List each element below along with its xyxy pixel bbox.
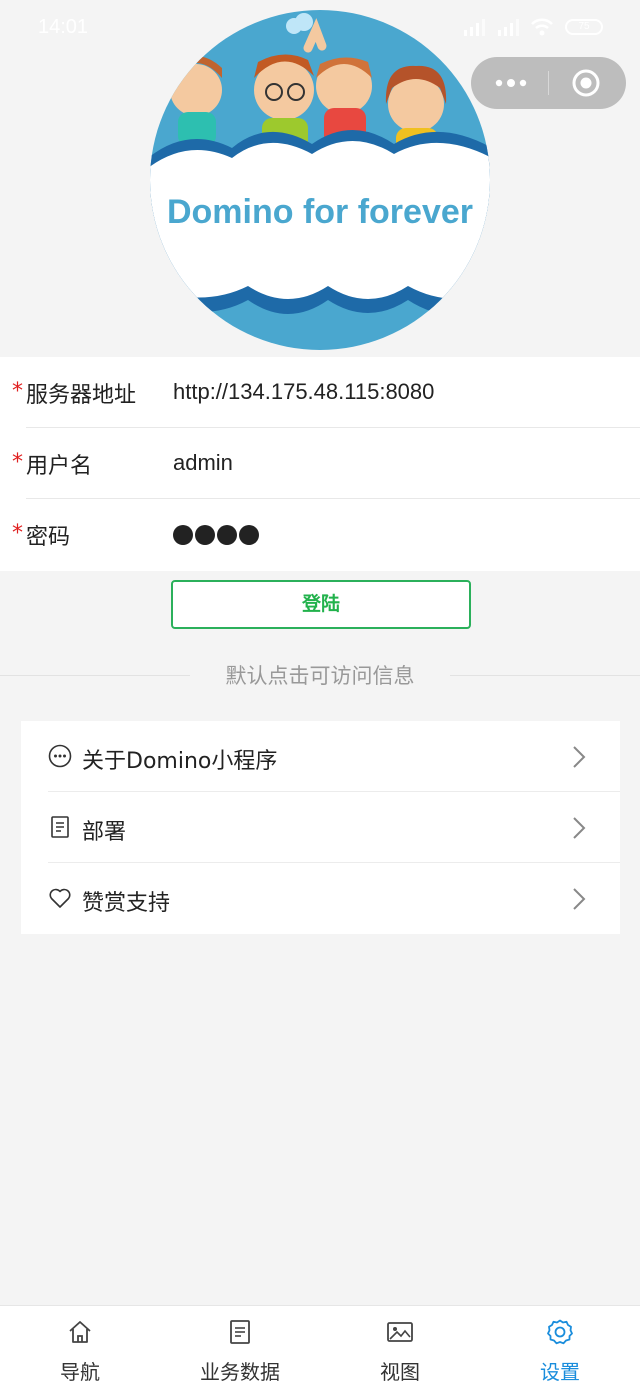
signal-icon [498, 19, 519, 36]
more-dots-icon[interactable] [493, 74, 529, 92]
home-icon [69, 1321, 91, 1343]
login-button[interactable]: 登陆 [171, 580, 471, 629]
settings-gear-icon [547, 1319, 573, 1345]
login-form: * 服务器地址 http://134.175.48.115:8080 * 用户名… [0, 357, 640, 571]
username-label: 用户名 [26, 454, 93, 479]
logo-text: Domino for forever [167, 193, 473, 231]
document-icon [230, 1320, 250, 1344]
heart-icon [49, 888, 71, 908]
chevron-right-icon [573, 888, 586, 910]
required-mark: * [12, 450, 23, 475]
capsule-menu [471, 57, 626, 109]
image-icon [387, 1322, 413, 1342]
menu-item-donate[interactable]: 赞赏支持 [21, 863, 620, 934]
required-mark: * [12, 379, 23, 404]
menu-item-label: 部署 [82, 820, 127, 845]
tab-label: 设置 [540, 1360, 580, 1384]
tab-label: 视图 [380, 1360, 420, 1384]
hint-text: 默认点击可访问信息 [225, 664, 415, 688]
tab-business-data[interactable]: 业务数据 [160, 1306, 320, 1388]
menu-item-label: 赞赏支持 [82, 891, 171, 916]
wifi-icon [531, 18, 553, 36]
menu-item-label: 关于Domino小程序 [82, 749, 278, 774]
tab-navigation[interactable]: 导航 [0, 1306, 160, 1388]
required-mark: * [12, 521, 23, 546]
menu-item-deploy[interactable]: 部署 [21, 792, 620, 863]
tab-label: 业务数据 [200, 1360, 280, 1384]
app-logo: Domino for forever [148, 8, 492, 352]
tab-label: 导航 [60, 1360, 100, 1384]
capsule-divider [548, 71, 549, 95]
chevron-right-icon [573, 817, 586, 839]
menu-item-about[interactable]: 关于Domino小程序 [21, 721, 620, 792]
more-circle-icon [48, 744, 72, 768]
chevron-right-icon [573, 746, 586, 768]
password-row: * 密码 [0, 499, 640, 570]
server-input[interactable]: http://134.175.48.115:8080 [173, 379, 434, 405]
close-circle-icon[interactable] [571, 68, 601, 98]
username-input[interactable]: admin [173, 450, 233, 476]
hint-divider: 默认点击可访问信息 [0, 658, 640, 692]
tab-settings[interactable]: 设置 [480, 1306, 640, 1388]
username-row: * 用户名 admin [0, 428, 640, 499]
tab-view[interactable]: 视图 [320, 1306, 480, 1388]
document-icon [51, 816, 69, 838]
tab-bar: 导航 业务数据 视图 设置 [0, 1305, 640, 1388]
password-input[interactable] [173, 525, 261, 549]
server-row: * 服务器地址 http://134.175.48.115:8080 [0, 357, 640, 428]
battery-icon: 75 [565, 19, 603, 35]
server-label: 服务器地址 [26, 383, 137, 408]
password-label: 密码 [26, 525, 71, 550]
menu-list: 关于Domino小程序 部署 赞赏支持 [21, 721, 620, 934]
status-time: 14:01 [38, 16, 89, 38]
